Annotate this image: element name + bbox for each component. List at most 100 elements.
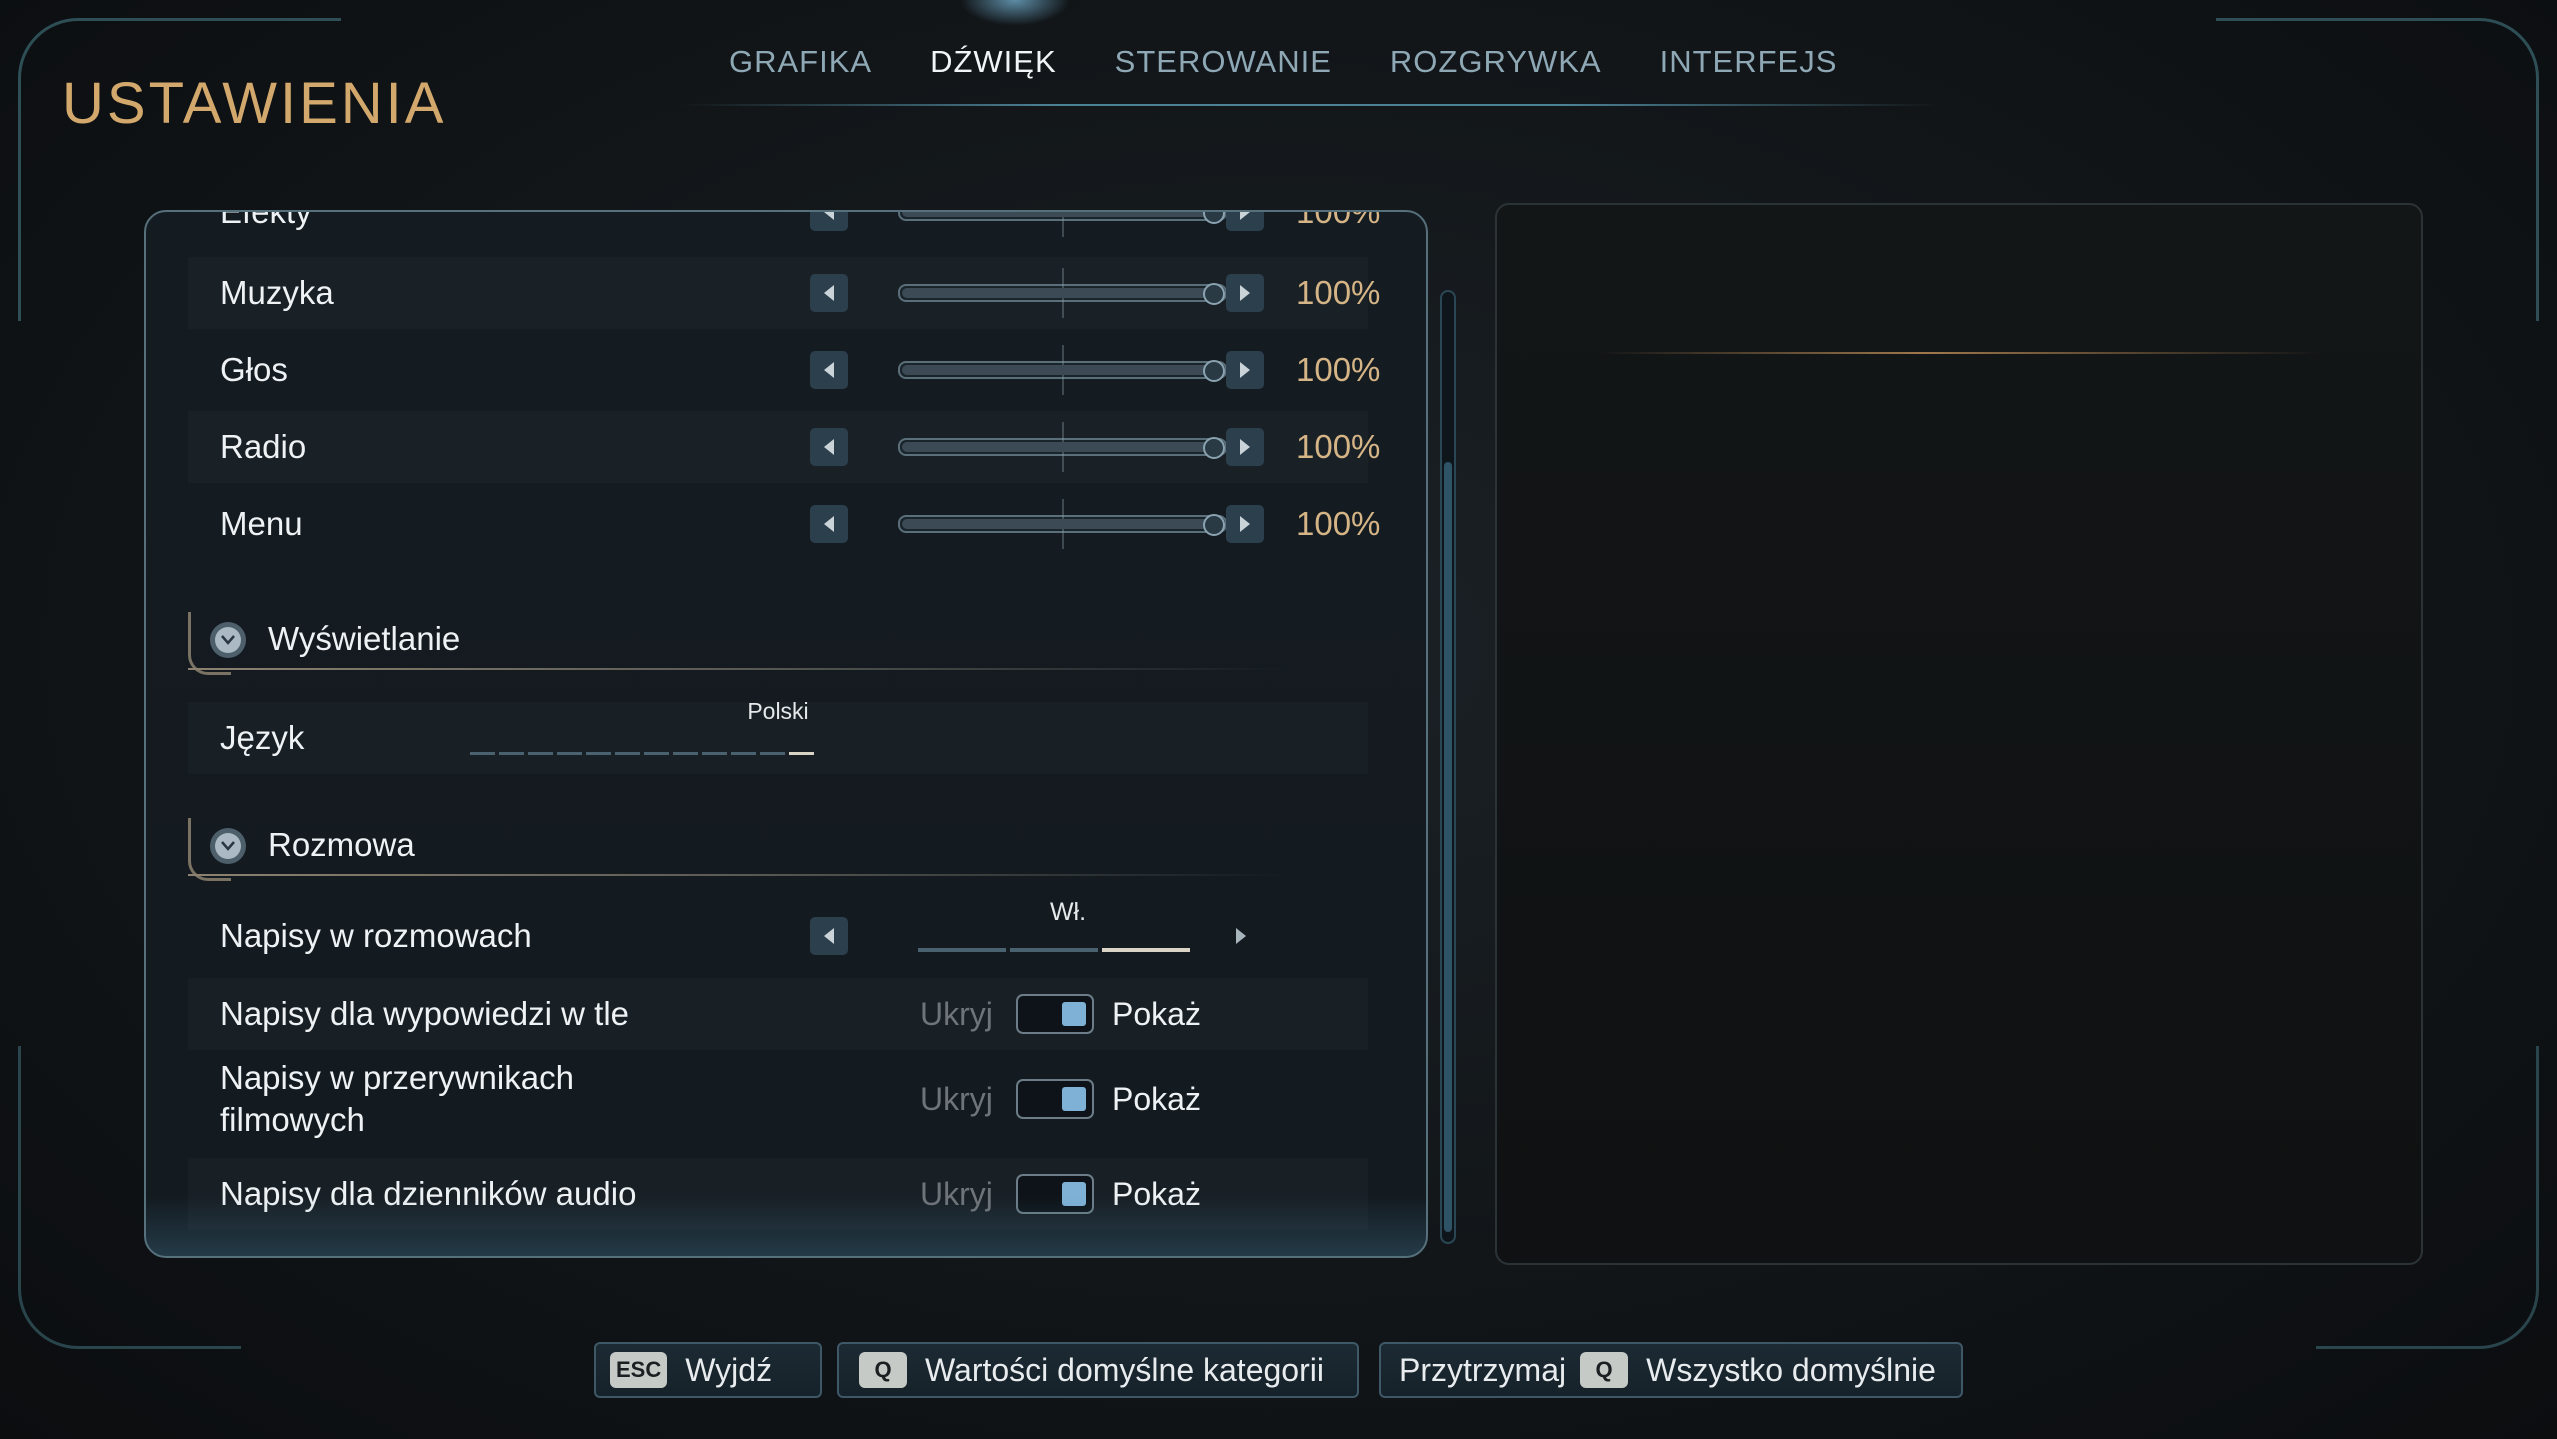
toggle-knob (1062, 1182, 1086, 1206)
section-header-rozmowa[interactable]: Rozmowa (188, 808, 1368, 888)
option-dash (702, 752, 727, 755)
next-option-button[interactable] (1222, 917, 1260, 955)
slider-fill (902, 365, 1223, 375)
option-dash (499, 752, 524, 755)
previous-option-button[interactable] (810, 917, 848, 955)
subtitle-toggle[interactable] (1016, 1174, 1094, 1214)
slider-fill (902, 442, 1223, 452)
increase-button[interactable] (1226, 212, 1264, 231)
volume-value: 100% (1296, 210, 1381, 230)
volume-row-radio: Radio 100% (188, 411, 1380, 483)
subtitle-toggle[interactable] (1016, 1079, 1094, 1119)
chevron-down-icon[interactable] (210, 828, 246, 864)
toggle-on-label: Pokaż (1112, 1175, 1201, 1212)
scrollbar-thumb[interactable] (1444, 462, 1452, 1232)
page-title: USTAWIENIA (62, 71, 447, 136)
volume-row-glos: Głos 100% (188, 334, 1380, 406)
increase-button[interactable] (1226, 505, 1264, 543)
volume-slider[interactable] (898, 268, 1227, 318)
subtitle-toggle[interactable] (1016, 994, 1094, 1034)
language-value: Polski (747, 698, 809, 724)
option-dash (615, 752, 640, 755)
all-defaults-label: Wszystko domyślnie (1646, 1351, 1936, 1388)
increase-button[interactable] (1226, 274, 1264, 312)
tab-rozgrywka[interactable]: ROZGRYWKA (1361, 30, 1631, 110)
section-title: Wyświetlanie (268, 620, 461, 657)
slider-knob[interactable] (1203, 437, 1225, 459)
category-defaults-button[interactable]: Q Wartości domyślne kategorii (837, 1342, 1359, 1398)
option-dash (557, 752, 582, 755)
toggle-on-label: Pokaż (1112, 1080, 1201, 1117)
section-divider (188, 668, 1288, 670)
decrease-button[interactable] (810, 212, 848, 231)
q-key-icon: Q (859, 1352, 907, 1388)
option-dash (644, 752, 669, 755)
description-divider (1600, 352, 2320, 354)
tab-underline (680, 104, 1940, 106)
toggle-off-label: Ukryj (920, 1175, 993, 1212)
tab-dzwiek[interactable]: DŹWIĘK (901, 30, 1086, 110)
decrease-button[interactable] (810, 505, 848, 543)
subtitles-value: Wł. (1049, 898, 1087, 926)
increase-button[interactable] (1226, 351, 1264, 389)
slider-knob[interactable] (1203, 514, 1225, 536)
option-dash (731, 752, 756, 755)
volume-label: Radio (220, 428, 307, 465)
slider-knob[interactable] (1203, 212, 1225, 224)
volume-value: 100% (1296, 274, 1381, 311)
toggle-row-cutscenes: Napisy w przerywnikach filmowych Ukryj P… (188, 1054, 1368, 1144)
slider-fill (902, 212, 1223, 217)
option-dash (528, 752, 553, 755)
exit-button[interactable]: ESC Wyjdź (594, 1342, 822, 1398)
tab-interfejs[interactable]: INTERFEJS (1631, 30, 1867, 110)
tab-grafika[interactable]: GRAFIKA (700, 30, 901, 110)
volume-value: 100% (1296, 505, 1381, 542)
toggle-label: Napisy dla dzienników audio (220, 1175, 637, 1212)
slider-knob[interactable] (1203, 360, 1225, 382)
volume-row-efekty: Efekty 100% (188, 210, 1380, 248)
tab-sterowanie[interactable]: STEROWANIE (1086, 30, 1361, 110)
option-dash (586, 752, 611, 755)
description-panel (1495, 203, 2423, 1265)
toggle-row-audio-logs: Napisy dla dzienników audio Ukryj Pokaż (188, 1158, 1368, 1230)
language-row[interactable]: Język Polski (188, 698, 1368, 774)
option-segment (1102, 948, 1190, 952)
q-key-icon: Q (1580, 1352, 1629, 1388)
volume-slider[interactable] (898, 345, 1227, 395)
slider-fill (902, 288, 1223, 298)
option-segment (1010, 948, 1098, 952)
volume-row-menu: Menu 100% (188, 488, 1380, 560)
option-dash (789, 752, 814, 755)
exit-label: Wyjdź (685, 1351, 773, 1388)
volume-label: Muzyka (220, 274, 334, 311)
tab-bar: GRAFIKA DŹWIĘK STEROWANIE ROZGRYWKA INTE… (700, 30, 1866, 110)
decrease-button[interactable] (810, 274, 848, 312)
decrease-button[interactable] (810, 428, 848, 466)
all-defaults-button[interactable]: Przytrzymaj Q Wszystko domyślnie (1379, 1342, 1963, 1398)
volume-value: 100% (1296, 428, 1381, 465)
increase-button[interactable] (1226, 428, 1264, 466)
toggle-on-label: Pokaż (1112, 995, 1201, 1032)
toggle-label: Napisy dla wypowiedzi w tle (220, 995, 630, 1032)
volume-slider[interactable] (898, 422, 1227, 472)
volume-slider[interactable] (898, 212, 1227, 237)
subtitles-conversation-row: Napisy w rozmowach Wł. (188, 898, 1368, 972)
toggle-row-background-speech: Napisy dla wypowiedzi w tle Ukryj Pokaż (188, 978, 1368, 1050)
volume-label: Efekty (220, 210, 312, 230)
settings-list-panel: Efekty 100% Muzyka 100% Głos 100% Radio … (144, 210, 1428, 1258)
active-tab-glow (960, 0, 1070, 26)
volume-value: 100% (1296, 351, 1381, 388)
subtitles-option-indicator (918, 948, 1190, 952)
volume-label: Głos (220, 351, 288, 388)
section-header-wyswietlanie[interactable]: Wyświetlanie (188, 602, 1368, 682)
option-segment (918, 948, 1006, 952)
volume-slider[interactable] (898, 499, 1227, 549)
subtitles-label: Napisy w rozmowach (220, 917, 532, 954)
decrease-button[interactable] (810, 351, 848, 389)
slider-knob[interactable] (1203, 283, 1225, 305)
chevron-down-icon[interactable] (210, 622, 246, 658)
volume-label: Menu (220, 505, 303, 542)
toggle-off-label: Ukryj (920, 1080, 993, 1117)
section-title: Rozmowa (268, 826, 415, 863)
settings-scrollbar[interactable] (1440, 290, 1456, 1244)
